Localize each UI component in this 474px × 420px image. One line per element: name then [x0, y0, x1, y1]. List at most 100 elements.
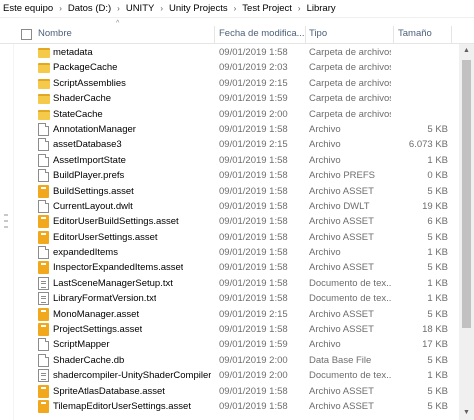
file-list-item[interactable]: ShaderCache 09/01/2019 1:59 Carpeta de arc…: [0, 91, 474, 106]
file-name: ShaderCache.db: [53, 354, 125, 366]
file-icon: [38, 353, 49, 367]
column-divider[interactable]: [214, 26, 215, 44]
vertical-scrollbar[interactable]: ▲ ▼: [459, 44, 474, 420]
file-list-item[interactable]: assetDatabase3 09/01/2019 2:15 Archivo 6.07…: [0, 137, 474, 152]
file-list-item[interactable]: AssetImportState 09/01/2019 1:58 Archivo 1 …: [0, 153, 474, 168]
file-list-item[interactable]: EditorUserSettings.asset 09/01/2019 1:58 A…: [0, 230, 474, 246]
file-size: 5 KB: [427, 385, 448, 397]
file-list-item[interactable]: TilemapEditorUserSettings.asset 09/01/201…: [0, 399, 474, 415]
column-header-size[interactable]: Tamaño: [398, 24, 448, 44]
file-type: Carpeta de archivos: [309, 93, 391, 105]
file-list-item[interactable]: BuildPlayer.prefs 09/01/2019 1:58 Archivo …: [0, 168, 474, 183]
breadcrumb: Este equipo › Datos (D:) › UNITY › Unity…: [0, 0, 474, 18]
file-size: 6.073 KB: [408, 139, 448, 151]
file-date-modified: 09/01/2019 1:58: [219, 200, 288, 212]
column-divider[interactable]: [393, 26, 394, 44]
file-size: 0 KB: [427, 170, 448, 182]
folder-icon: [38, 48, 50, 58]
file-list-item[interactable]: ScriptAssemblies 09/01/2019 2:15 Carpeta d…: [0, 76, 474, 91]
chevron-right-icon[interactable]: ›: [293, 4, 306, 13]
file-type: Archivo ASSET: [309, 385, 374, 397]
file-type: Carpeta de archivos: [309, 77, 391, 89]
file-list-item[interactable]: BuildSettings.asset 09/01/2019 1:58 Archiv…: [0, 184, 474, 200]
file-list-item[interactable]: ProjectSettings.asset 09/01/2019 1:58 Arch…: [0, 322, 474, 339]
file-list-item[interactable]: StateCache 09/01/2019 2:00 Carpeta de arch…: [0, 107, 474, 122]
column-header-date[interactable]: Fecha de modifica...: [219, 24, 305, 44]
file-list-item[interactable]: LastSceneManagerSetup.txt 09/01/2019 1:58…: [0, 276, 474, 291]
file-list-item[interactable]: InspectorExpandedItems.asset 09/01/2019 1…: [0, 260, 474, 277]
file-list: metadata 09/01/2019 1:58 Carpeta de archiv…: [0, 45, 474, 415]
file-date-modified: 09/01/2019 1:58: [219, 247, 288, 259]
file-type: Archivo: [309, 247, 341, 259]
file-list-item[interactable]: EditorUserBuildSettings.asset 09/01/2019 …: [0, 214, 474, 231]
file-type: Archivo PREFS: [309, 170, 375, 182]
file-list-item[interactable]: metadata 09/01/2019 1:58 Carpeta de archiv…: [0, 45, 474, 60]
chevron-right-icon[interactable]: ›: [155, 4, 168, 13]
scrollbar-thumb[interactable]: [462, 60, 471, 328]
select-all-checkbox[interactable]: [21, 29, 32, 40]
file-name: ScriptAssemblies: [53, 77, 126, 89]
folder-icon: [38, 78, 50, 89]
file-type: Documento de tex...: [309, 370, 391, 382]
file-name: LastSceneManagerSetup.txt: [53, 277, 173, 289]
file-date-modified: 09/01/2019 1:58: [219, 47, 288, 58]
file-size: 1 KB: [427, 293, 448, 305]
file-size: 5 KB: [427, 231, 448, 243]
column-header-name[interactable]: Nombre: [38, 24, 208, 44]
chevron-right-icon[interactable]: ›: [54, 4, 67, 13]
file-date-modified: 09/01/2019 1:58: [219, 185, 288, 197]
column-header-type[interactable]: Tipo: [309, 24, 399, 44]
column-divider[interactable]: [451, 26, 452, 44]
breadcrumb-test-project[interactable]: Test Project: [241, 3, 293, 14]
column-divider[interactable]: [305, 26, 306, 44]
file-name: TilemapEditorUserSettings.asset: [53, 400, 191, 412]
file-list-item[interactable]: CurrentLayout.dwlt 09/01/2019 1:58 Archivo…: [0, 199, 474, 214]
file-name: BuildPlayer.prefs: [53, 170, 125, 182]
breadcrumb-este-equipo[interactable]: Este equipo: [2, 3, 54, 14]
file-type: Archivo: [309, 139, 341, 151]
file-name: AnnotationManager: [53, 123, 136, 135]
file-size: 1 KB: [427, 247, 448, 259]
file-name: expandedItems: [53, 247, 118, 259]
file-icon: [38, 138, 49, 152]
file-list-item[interactable]: shadercompiler-UnityShaderCompiler... 09/…: [0, 368, 474, 383]
file-name: SpriteAtlasDatabase.asset: [53, 385, 165, 397]
file-list-item[interactable]: LibraryFormatVersion.txt 09/01/2019 1:58 D…: [0, 291, 474, 306]
file-type: Data Base File: [309, 354, 372, 366]
file-icon: [38, 122, 49, 136]
file-size: 5 KB: [427, 400, 448, 412]
file-list-item[interactable]: AnnotationManager 09/01/2019 1:58 Archivo 5…: [0, 122, 474, 137]
file-type: Archivo: [309, 339, 341, 351]
file-list-item[interactable]: ScriptMapper 09/01/2019 1:59 Archivo 17 KB: [0, 337, 474, 352]
breadcrumb-unity[interactable]: UNITY: [125, 3, 156, 14]
unity-asset-icon: [38, 307, 49, 323]
text-file-icon: [38, 369, 49, 383]
breadcrumb-library[interactable]: Library: [306, 3, 337, 14]
file-icon: [38, 338, 49, 352]
file-size: 5 KB: [427, 262, 448, 274]
file-date-modified: 09/01/2019 1:58: [219, 170, 288, 182]
chevron-right-icon[interactable]: ›: [112, 4, 125, 13]
scroll-up-arrow-icon[interactable]: ▲: [459, 44, 474, 58]
file-list-item[interactable]: SpriteAtlasDatabase.asset 09/01/2019 1:58…: [0, 384, 474, 400]
file-icon: [38, 246, 49, 260]
file-list-item[interactable]: expandedItems 09/01/2019 1:58 Archivo 1 KB: [0, 245, 474, 260]
file-size: 17 KB: [422, 339, 448, 351]
chevron-right-icon[interactable]: ›: [229, 4, 242, 13]
file-list-item[interactable]: PackageCache 09/01/2019 2:03 Carpeta de ar…: [0, 60, 474, 75]
file-date-modified: 09/01/2019 2:00: [219, 354, 288, 366]
breadcrumb-datos[interactable]: Datos (D:): [67, 3, 112, 14]
file-list-item[interactable]: MonoManager.asset 09/01/2019 2:15 Archivo …: [0, 307, 474, 323]
folder-icon: [38, 94, 50, 105]
file-type: Carpeta de archivos: [309, 62, 391, 74]
file-size: 6 KB: [427, 216, 448, 228]
file-name: metadata: [53, 47, 93, 58]
unity-asset-icon: [38, 184, 49, 200]
file-list-item[interactable]: ShaderCache.db 09/01/2019 2:00 Data Base F…: [0, 353, 474, 368]
file-type: Archivo DWLT: [309, 200, 370, 212]
breadcrumb-unity-projects[interactable]: Unity Projects: [168, 3, 229, 14]
scroll-down-arrow-icon[interactable]: ▼: [459, 406, 474, 420]
file-name: AssetImportState: [53, 154, 126, 166]
folder-icon: [38, 109, 50, 120]
file-name: ProjectSettings.asset: [53, 324, 143, 336]
